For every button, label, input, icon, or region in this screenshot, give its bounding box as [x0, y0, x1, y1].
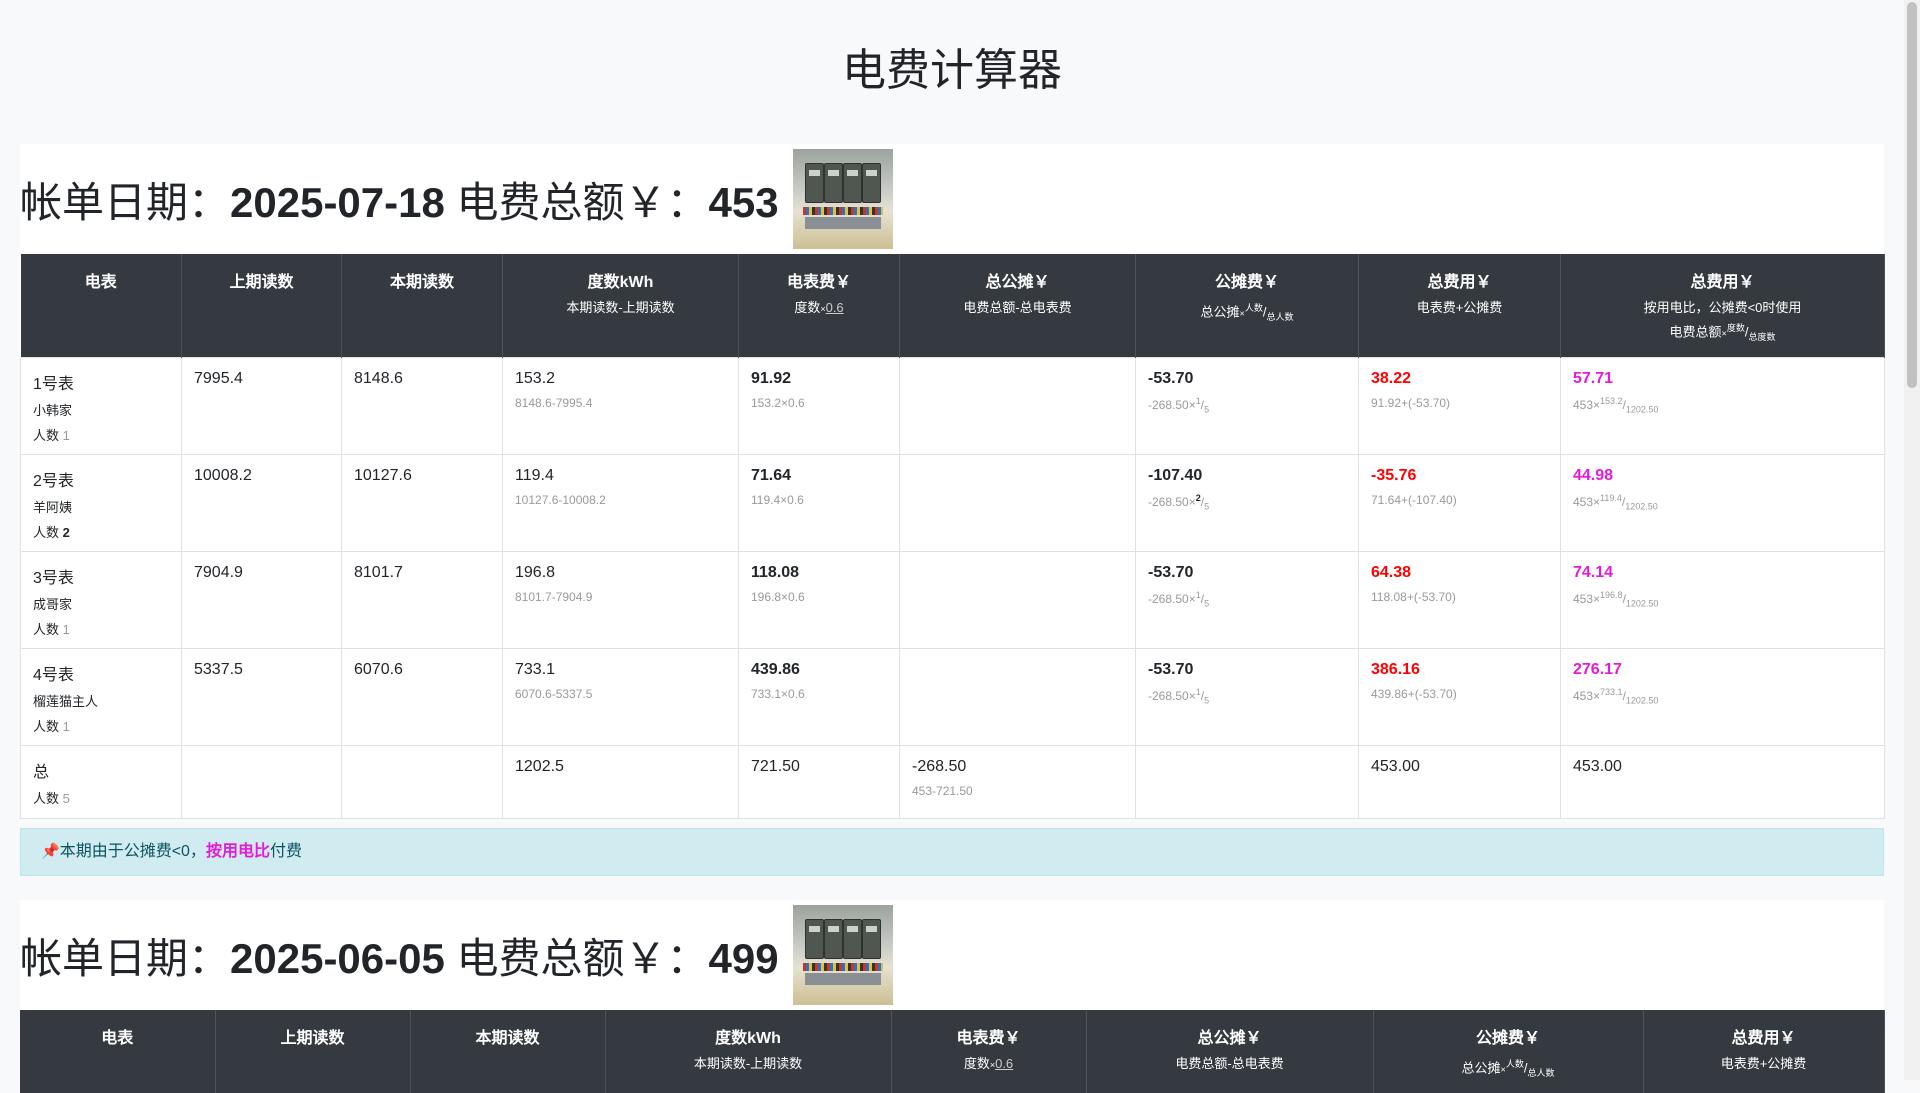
col-header-meter: 电表 [20, 1010, 216, 1093]
table-row: 1号表 小韩家 人数 1 7995.4 8148.6 153.2 8148.6-7995.4… [20, 356, 1885, 455]
cell-fee: 91.92 153.2×0.6 [738, 356, 900, 455]
col-header-pool: 总公摊￥ 电费总额-总电表费 [1086, 1010, 1374, 1093]
app-title: 电费计算器 [842, 46, 1062, 95]
cell-total: 38.22 91.92+(-53.70) [1358, 356, 1561, 455]
col-header-kwh: 度数kWh 本期读数-上期读数 [502, 254, 739, 358]
bill-title: 帐单日期：2025-07-18 电费总额￥：453 [20, 178, 779, 226]
cell-ratio: 44.98 453×119.4/1202.50 [1560, 453, 1885, 552]
page: 电费计算器 帐单日期：2025-07-18 电费总额￥：453 电表 上期读数 … [0, 0, 1904, 1093]
cell-meter: 2号表 羊阿姨 人数 2 [20, 453, 182, 552]
bill-table: 电表 上期读数 本期读数 度数kWh 本期读数-上期读数 电表费￥ 度数×0.6 总… [20, 254, 1885, 819]
cell-meter: 4号表 榴莲猫主人 人数 1 [20, 647, 182, 746]
cell-share: -53.70 -268.50×1/5 [1135, 356, 1359, 455]
bill-total: 453 [708, 178, 779, 226]
cell-ratio: 57.71 453×153.2/1202.50 [1560, 356, 1885, 455]
meter-photo[interactable] [792, 905, 893, 1005]
cell-total: -35.76 71.64+(-107.40) [1358, 453, 1561, 552]
pin-icon: 📌 [41, 843, 60, 860]
meter-photo[interactable] [792, 149, 893, 249]
cell-kwh: 153.2 8148.6-7995.4 [502, 356, 739, 455]
cell-curr: 10127.6 [341, 453, 503, 552]
cell-meter: 3号表 成哥家 人数 1 [20, 550, 182, 649]
cell-pool: -268.50 453-721.50 [899, 744, 1136, 819]
cell-prev: 10008.2 [181, 453, 342, 552]
col-header-meter: 电表 [20, 254, 182, 358]
col-header-share: 公摊费￥ 总公摊×人数/总人数 [1135, 254, 1359, 358]
cell-meter: 1号表 小韩家 人数 1 [20, 356, 182, 455]
cell-pool [899, 647, 1136, 746]
cell-total: 453.00 [1358, 744, 1561, 819]
col-header-prev: 上期读数 [181, 254, 342, 358]
cell-curr [341, 744, 503, 819]
table-row: 3号表 成哥家 人数 1 7904.9 8101.7 196.8 8101.7-7904.9… [20, 550, 1885, 649]
col-header-share: 公摊费￥ 总公摊×人数/总人数 [1373, 1010, 1644, 1093]
bill-table: 电表 上期读数 本期读数 度数kWh 本期读数-上期读数 电表费￥ 度数×0.6 总… [20, 1010, 1885, 1093]
col-header-total: 总费用￥ 电表费+公摊费 [1358, 254, 1561, 358]
cell-curr: 6070.6 [341, 647, 503, 746]
cell-prev: 7904.9 [181, 550, 342, 649]
cell-share: -107.40 -268.50×2/5 [1135, 453, 1359, 552]
cell-prev: 7995.4 [181, 356, 342, 455]
rate-link[interactable]: 0.6 [826, 300, 844, 315]
scrollbar[interactable] [1904, 0, 1920, 1080]
col-header-ratio: 总费用￥ 按用电比，公摊费<0时使用 电费总额×度数/总度数 [1560, 254, 1885, 358]
bill-title: 帐单日期：2025-06-05 电费总额￥：499 [20, 934, 779, 982]
bill-card: 帐单日期：2025-07-18 电费总额￥：453 电表 上期读数 本期读数 度… [20, 144, 1885, 819]
cell-curr: 8101.7 [341, 550, 503, 649]
cell-share: -53.70 -268.50×1/5 [1135, 647, 1359, 746]
table-header-row: 电表 上期读数 本期读数 度数kWh 本期读数-上期读数 电表费￥ 度数×0.6 总… [20, 1010, 1885, 1093]
table-row: 4号表 榴莲猫主人 人数 1 5337.5 6070.6 733.1 6070.6-5337… [20, 647, 1885, 746]
cell-fee: 721.50 [738, 744, 900, 819]
bill-header: 帐单日期：2025-07-18 电费总额￥：453 [20, 144, 1884, 254]
table-row: 2号表 羊阿姨 人数 2 10008.2 10127.6 119.4 10127.6-100… [20, 453, 1885, 552]
cell-ratio: 276.17 453×733.1/1202.50 [1560, 647, 1885, 746]
cell-fee: 439.86 733.1×0.6 [738, 647, 900, 746]
rate-link[interactable]: 0.6 [995, 1056, 1013, 1071]
bill-date: 2025-06-05 [230, 934, 445, 982]
cell-ratio: 74.14 453×196.8/1202.50 [1560, 550, 1885, 649]
table-header-row: 电表 上期读数 本期读数 度数kWh 本期读数-上期读数 电表费￥ 度数×0.6 总… [20, 254, 1885, 358]
cell-total: 64.38 118.08+(-53.70) [1358, 550, 1561, 649]
bill-header: 帐单日期：2025-06-05 电费总额￥：499 [20, 900, 1884, 1010]
cell-fee: 71.64 119.4×0.6 [738, 453, 900, 552]
cell-curr: 8148.6 [341, 356, 503, 455]
cell-pool [899, 356, 1136, 455]
table-total-row: 总人数 5 1202.5 721.50 -268.50 453-721.50 453.00… [20, 744, 1885, 819]
cell-meter: 总人数 5 [20, 744, 182, 819]
col-header-fee: 电表费￥ 度数×0.6 [891, 1010, 1087, 1093]
col-header-pool: 总公摊￥ 电费总额-总电表费 [899, 254, 1136, 358]
col-header-prev: 上期读数 [215, 1010, 411, 1093]
cell-share [1135, 744, 1359, 819]
cell-kwh: 733.1 6070.6-5337.5 [502, 647, 739, 746]
cell-pool [899, 550, 1136, 649]
bill-total: 499 [708, 934, 779, 982]
cell-ratio: 453.00 [1560, 744, 1885, 819]
info-note: 📌本期由于公摊费<0，按用电比付费 [20, 828, 1884, 876]
cell-kwh: 1202.5 [502, 744, 739, 819]
col-header-fee: 电表费￥ 度数×0.6 [738, 254, 900, 358]
col-header-curr: 本期读数 [410, 1010, 606, 1093]
cell-pool [899, 453, 1136, 552]
cell-kwh: 196.8 8101.7-7904.9 [502, 550, 739, 649]
col-header-total: 总费用￥ 电表费+公摊费 [1643, 1010, 1885, 1093]
bill-card: 帐单日期：2025-06-05 电费总额￥：499 电表 上期读数 本期读数 度… [20, 900, 1885, 1093]
cell-kwh: 119.4 10127.6-10008.2 [502, 453, 739, 552]
bill-date: 2025-07-18 [230, 178, 445, 226]
cell-prev [181, 744, 342, 819]
cell-prev: 5337.5 [181, 647, 342, 746]
col-header-curr: 本期读数 [341, 254, 503, 358]
cell-share: -53.70 -268.50×1/5 [1135, 550, 1359, 649]
col-header-kwh: 度数kWh 本期读数-上期读数 [605, 1010, 892, 1093]
note-highlight: 按用电比 [205, 843, 270, 860]
cell-total: 386.16 439.86+(-53.70) [1358, 647, 1561, 746]
scrollbar-thumb[interactable] [1907, 2, 1917, 388]
cell-fee: 118.08 196.8×0.6 [738, 550, 900, 649]
